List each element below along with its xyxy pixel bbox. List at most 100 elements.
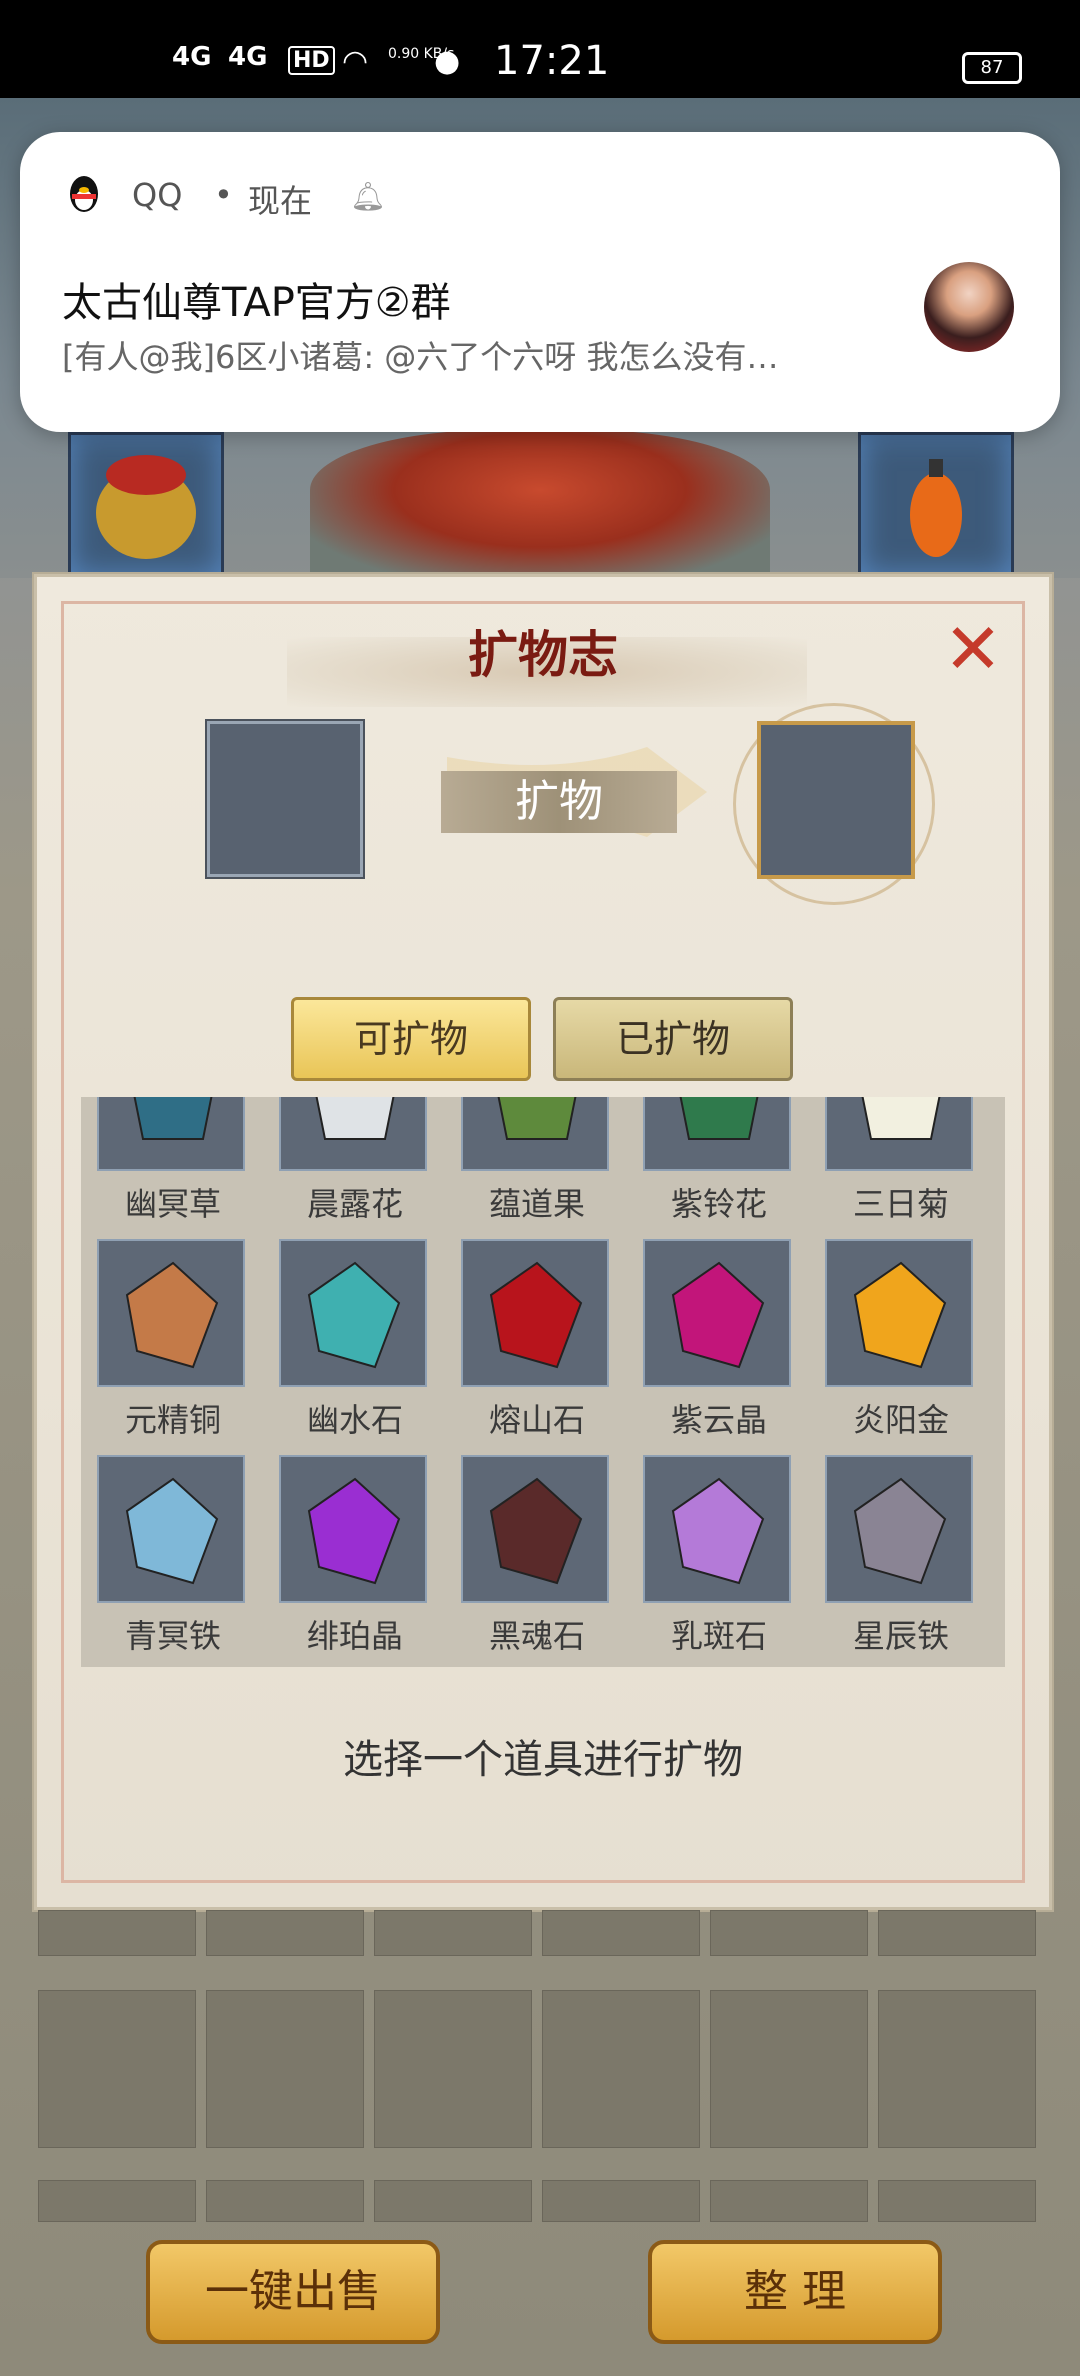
item-name: 炎阳金 (852, 1401, 949, 1439)
item-art-icon (133, 1097, 213, 1140)
inventory-cell[interactable] (710, 2180, 868, 2222)
separator-dot: • (214, 176, 233, 214)
item-slot[interactable]: 乳斑石 (643, 1455, 795, 1655)
item-art-icon (315, 1097, 395, 1140)
item-slot[interactable]: 蕴道果 (461, 1097, 613, 1223)
battery-icon: 87 (962, 52, 1022, 84)
item-slot[interactable]: 三日菊 (825, 1097, 977, 1223)
sender-avatar (924, 262, 1014, 352)
item-icon-box (643, 1239, 791, 1387)
item-icon-box (97, 1455, 245, 1603)
item-art-icon (671, 1477, 765, 1585)
inventory-cell[interactable] (374, 1990, 532, 2148)
item-icon-box (97, 1239, 245, 1387)
item-name: 幽水石 (306, 1401, 403, 1439)
helmet-equip-slot[interactable] (68, 432, 224, 578)
qq-notification[interactable]: QQ • 现在 🔔︎ 太古仙尊TAP官方②群 [有人@我]6区小诸葛: @六了个… (20, 132, 1060, 432)
item-name: 三日菊 (852, 1185, 949, 1223)
inventory-cell[interactable] (542, 1990, 700, 2148)
clock: 17:21 (494, 38, 610, 84)
item-slot[interactable]: 幽冥草 (97, 1097, 249, 1223)
cell-signal-icon: 4G (228, 42, 268, 72)
item-icon-box (461, 1239, 609, 1387)
inventory-cell[interactable] (206, 1990, 364, 2148)
source-item-slot[interactable] (207, 721, 363, 877)
item-name: 绯珀晶 (306, 1617, 403, 1655)
inventory-cell[interactable] (878, 1990, 1036, 2148)
lantern-equip-slot[interactable] (858, 432, 1014, 578)
qq-penguin-icon (70, 176, 98, 212)
notification-app-name: QQ (132, 176, 183, 214)
inventory-cell[interactable] (374, 1910, 532, 1956)
wifi-icon: ◠ (342, 44, 369, 79)
item-icon-box (97, 1097, 245, 1171)
hd-icon: HD (288, 46, 335, 75)
item-slot[interactable]: 紫云晶 (643, 1239, 795, 1439)
lion-helmet-icon (96, 455, 196, 559)
status-bar: 4G 4G HD ◠ 0.90 KB/s ● 17:21 87 (0, 0, 1080, 98)
item-art-icon (489, 1261, 583, 1369)
item-art-icon (307, 1261, 401, 1369)
close-button[interactable]: ✕ (943, 614, 1003, 684)
inventory-cell[interactable] (710, 1990, 868, 2148)
item-slot[interactable]: 幽水石 (279, 1239, 431, 1439)
inventory-cell[interactable] (206, 2180, 364, 2222)
notification-title: 太古仙尊TAP官方②群 (62, 280, 451, 326)
item-slot[interactable]: 炎阳金 (825, 1239, 977, 1439)
item-slot[interactable]: 黑魂石 (461, 1455, 613, 1655)
lantern-icon (910, 459, 962, 557)
item-slot[interactable]: 星辰铁 (825, 1455, 977, 1655)
item-name: 蕴道果 (488, 1185, 585, 1223)
item-icon-box (643, 1097, 791, 1171)
hint-text: 选择一个道具进行扩物 (343, 1737, 743, 1783)
inventory-cell[interactable] (878, 2180, 1036, 2222)
item-art-icon (489, 1477, 583, 1585)
inventory-cell[interactable] (38, 1990, 196, 2148)
item-grid: 幽冥草 晨露花 蕴道果 紫铃花 三日菊元精铜 幽水石 熔山石 紫云晶 炎阳金青冥铁 绯珀晶 黑魂石 乳… (97, 1097, 977, 1655)
inventory-cell[interactable] (878, 1910, 1036, 1956)
item-icon-box (279, 1239, 427, 1387)
tab-expanded[interactable]: 已扩物 (553, 997, 793, 1081)
item-name: 黑魂石 (488, 1617, 585, 1655)
item-art-icon (861, 1097, 941, 1140)
item-list[interactable]: 幽冥草 晨露花 蕴道果 紫铃花 三日菊元精铜 幽水石 熔山石 紫云晶 炎阳金青冥铁 绯珀晶 黑魂石 乳… (81, 1097, 1005, 1667)
expand-label: 扩物 (441, 771, 677, 833)
item-name: 青冥铁 (124, 1617, 221, 1655)
item-art-icon (671, 1261, 765, 1369)
item-name: 星辰铁 (852, 1617, 949, 1655)
item-icon-box (461, 1455, 609, 1603)
tab-expandable[interactable]: 可扩物 (291, 997, 531, 1081)
item-slot[interactable]: 熔山石 (461, 1239, 613, 1439)
bell-icon: 🔔︎ (350, 180, 386, 213)
item-icon-box (825, 1239, 973, 1387)
item-art-icon (497, 1097, 577, 1140)
inventory-cell[interactable] (38, 2180, 196, 2222)
item-icon-box (279, 1455, 427, 1603)
inventory-cell[interactable] (710, 1910, 868, 1956)
item-slot[interactable]: 晨露花 (279, 1097, 431, 1223)
item-icon-box (279, 1097, 427, 1171)
inventory-cell[interactable] (374, 2180, 532, 2222)
inventory-cell[interactable] (542, 1910, 700, 1956)
inventory-cell[interactable] (206, 1910, 364, 1956)
item-icon-box (825, 1455, 973, 1603)
item-icon-box (825, 1097, 973, 1171)
item-name: 熔山石 (488, 1401, 585, 1439)
cell-signal-icon: 4G (172, 42, 212, 72)
notification-time: 现在 (248, 182, 313, 220)
item-name: 乳斑石 (670, 1617, 767, 1655)
inventory-cell[interactable] (542, 2180, 700, 2222)
item-slot[interactable]: 紫铃花 (643, 1097, 795, 1223)
item-slot[interactable]: 绯珀晶 (279, 1455, 431, 1655)
item-name: 元精铜 (124, 1401, 221, 1439)
item-icon-box (461, 1097, 609, 1171)
sort-button[interactable]: 整 理 (648, 2240, 942, 2344)
item-slot[interactable]: 青冥铁 (97, 1455, 249, 1655)
inventory-cell[interactable] (38, 1910, 196, 1956)
item-slot[interactable]: 元精铜 (97, 1239, 249, 1439)
result-item-slot[interactable] (757, 721, 915, 879)
item-name: 紫云晶 (670, 1401, 767, 1439)
item-art-icon (307, 1477, 401, 1585)
item-name: 紫铃花 (670, 1185, 767, 1223)
sell-all-button[interactable]: 一键出售 (146, 2240, 440, 2344)
